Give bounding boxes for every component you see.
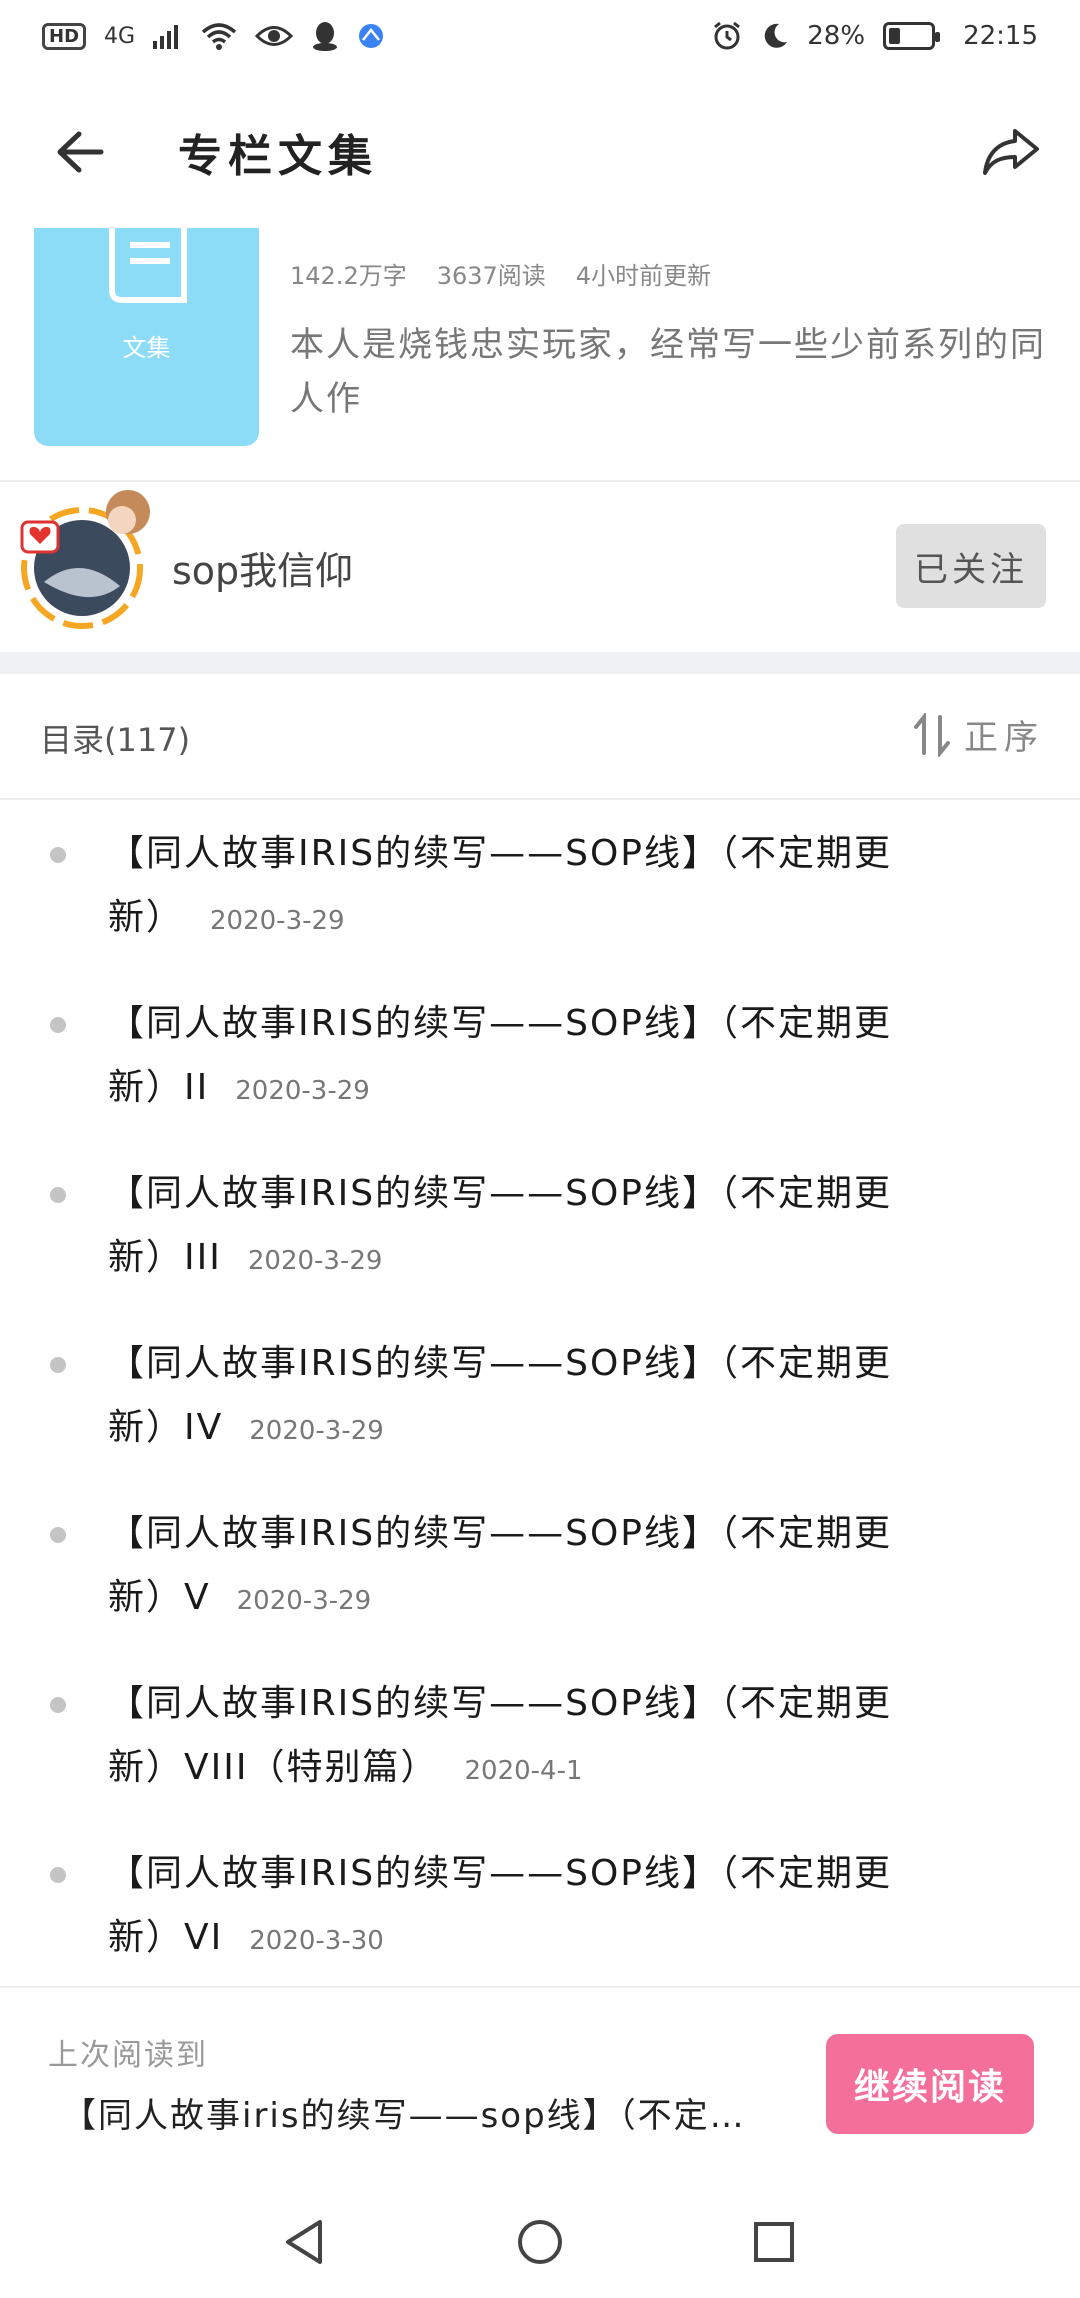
signal-icon [153,25,179,49]
alarm-icon [714,21,741,50]
chapter-title-text: 【同人故事IRIS的续写——SOP线】（不定期更新）IV [108,1343,892,1448]
chapter-list: 【同人故事IRIS的续写——SOP线】（不定期更新） 2020-3-29 【同人故事… [0,800,1080,1990]
nav-recent-button[interactable] [744,2212,804,2272]
chapter-title-text: 【同人故事IRIS的续写——SOP线】（不定期更新）II [108,1003,892,1108]
chapter-date: 2020-3-29 [236,1586,372,1616]
battery-percent: 28% [807,21,866,51]
bullet-dot [50,1697,66,1713]
chapter-title-text: 【同人故事IRIS的续写——SOP线】（不定期更新）V [108,1513,892,1618]
chapter-title: 【同人故事IRIS的续写——SOP线】（不定期更新）VI 2020-3-30 [108,1842,938,1973]
arrow-left-icon [57,131,104,173]
wifi-icon [201,23,237,50]
chapter-title: 【同人故事IRIS的续写——SOP线】（不定期更新）III 2020-3-29 [108,1162,938,1293]
sort-order-toggle[interactable]: 正序 [912,710,1044,759]
author-name[interactable]: sop我信仰 [172,540,353,595]
chapter-item[interactable]: 【同人故事IRIS的续写——SOP线】（不定期更新）IV 2020-3-29 [0,1310,1080,1480]
eye-icon [255,26,294,46]
share-button[interactable] [976,118,1046,188]
chapter-item[interactable]: 【同人故事IRIS的续写——SOP线】（不定期更新）VIII（特别篇） 2020-… [0,1650,1080,1820]
battery-fill [889,28,901,44]
cover-label: 文集 [122,334,171,362]
chapter-title: 【同人故事IRIS的续写——SOP线】（不定期更新）II 2020-3-29 [108,992,938,1123]
continue-reading-bar: 上次阅读到 【同人故事iris的续写——sop线】（不定… 继续阅读 [0,1986,1080,2170]
clock: 22:15 [963,21,1038,51]
chapter-date: 2020-3-29 [210,906,345,936]
chapter-date: 2020-4-1 [464,1756,583,1786]
update-time: 4小时前更新 [575,262,712,290]
bullet-dot [50,847,66,863]
chapter-date: 2020-3-29 [247,1246,383,1276]
author-avatar[interactable] [20,482,155,632]
divider [0,480,1080,482]
chapter-title-text: 【同人故事IRIS的续写——SOP线】（不定期更新）III [108,1173,892,1278]
square-recent-icon [754,2222,794,2262]
browser-icon [359,24,384,48]
chapter-date: 2020-3-30 [249,1926,384,1956]
back-button[interactable] [50,122,110,182]
circle-home-icon [518,2220,562,2264]
bullet-dot [50,1527,66,1543]
last-read-label: 上次阅读到 [48,2038,208,2073]
continue-reading-button[interactable]: 继续阅读 [826,2034,1034,2134]
chapter-item[interactable]: 【同人故事IRIS的续写——SOP线】（不定期更新）V 2020-3-29 [0,1480,1080,1650]
collection-stats: 142.2万字 3637阅读 4小时前更新 [290,256,711,291]
share-icon [983,129,1039,175]
book-icon [109,228,187,303]
chapter-item[interactable]: 【同人故事IRIS的续写——SOP线】（不定期更新） 2020-3-29 [0,800,1080,970]
chapter-item[interactable]: 【同人故事IRIS的续写——SOP线】（不定期更新）VI 2020-3-30 [0,1820,1080,1990]
page-title: 专栏文集 [178,131,378,182]
moon-icon [765,23,788,48]
word-count: 142.2万字 [290,262,407,290]
triangle-back-icon [286,2220,322,2264]
hd-badge: HD [42,22,87,50]
sort-label: 正序 [964,718,1044,758]
avatar-image [20,490,150,629]
chapter-title: 【同人故事IRIS的续写——SOP线】（不定期更新） 2020-3-29 [108,822,938,953]
chapter-item[interactable]: 【同人故事IRIS的续写——SOP线】（不定期更新）II 2020-3-29 [0,970,1080,1140]
network-type: 4G [104,23,136,49]
bullet-dot [50,1017,66,1033]
bullet-dot [50,1187,66,1203]
section-separator [0,652,1080,674]
chapter-date: 2020-3-29 [249,1416,384,1446]
top-app-bar: 专栏文集 [0,100,1080,200]
collection-description: 本人是烧钱忠实玩家，经常写一些少前系列的同人作 [290,325,1046,419]
collection-cover: 文集 [34,228,259,446]
battery-icon [883,22,941,50]
nav-home-button[interactable] [510,2212,570,2272]
chapter-title: 【同人故事IRIS的续写——SOP线】（不定期更新）IV 2020-3-29 [108,1332,938,1463]
chapter-date: 2020-3-29 [235,1076,370,1106]
read-count: 3637阅读 [436,262,546,290]
follow-button[interactable]: 已关注 [896,524,1046,608]
system-nav-bar [0,2190,1080,2298]
chapter-title: 【同人故事IRIS的续写——SOP线】（不定期更新）V 2020-3-29 [108,1502,938,1633]
toc-title: 目录(117) [40,721,191,759]
status-bar: HD 4G 28% 22:15 [0,0,1080,72]
chapter-item[interactable]: 【同人故事IRIS的续写——SOP线】（不定期更新）III 2020-3-29 [0,1140,1080,1310]
chapter-title: 【同人故事IRIS的续写——SOP线】（不定期更新）VIII（特别篇） 2020-… [108,1672,938,1803]
nav-back-button[interactable] [274,2212,334,2272]
chapter-title-text: 【同人故事IRIS的续写——SOP线】（不定期更新）VI [108,1853,892,1958]
last-read-title[interactable]: 【同人故事iris的续写——sop线】（不定… [62,2088,792,2137]
qq-icon [313,22,338,51]
sort-icon [914,712,950,757]
bullet-dot [50,1357,66,1373]
bullet-dot [50,1867,66,1883]
